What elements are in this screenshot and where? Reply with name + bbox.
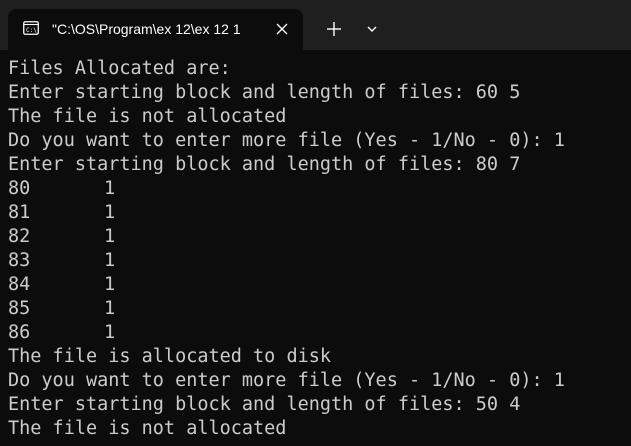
terminal-line: Enter starting block and length of files…: [8, 394, 521, 415]
block-number: 81: [8, 202, 31, 223]
terminal-line: Do you want to enter more file (Yes - 1/…: [8, 370, 565, 391]
terminal-line: 83 1: [8, 249, 631, 273]
svg-text:C:\: C:\: [26, 27, 37, 34]
block-status: 1: [104, 298, 116, 319]
block-status: 1: [104, 322, 116, 343]
terminal-line: Files Allocated are:: [8, 58, 231, 79]
title-bar: C:\ "C:\OS\Program\ex 12\ex 12 1: [0, 0, 631, 50]
terminal-icon: C:\: [23, 21, 39, 35]
plus-icon[interactable]: [322, 17, 346, 41]
block-status: 1: [104, 274, 116, 295]
block-status: 1: [104, 250, 116, 271]
terminal-line: 81 1: [8, 201, 631, 225]
terminal-line: 84 1: [8, 273, 631, 297]
terminal-line: Enter starting block and length of files…: [8, 82, 521, 103]
terminal-line: The file is not allocated: [8, 418, 287, 439]
terminal-line: Enter starting block and length of files…: [8, 154, 521, 175]
block-number: 80: [8, 178, 31, 199]
block-number: 86: [8, 322, 31, 343]
block-status: 1: [104, 178, 116, 199]
terminal-tab[interactable]: C:\ "C:\OS\Program\ex 12\ex 12 1: [8, 9, 303, 50]
terminal-line: 82 1: [8, 225, 631, 249]
block-number: 85: [8, 298, 31, 319]
terminal-output[interactable]: Files Allocated are: Enter starting block…: [0, 50, 631, 446]
terminal-window: C:\ "C:\OS\Program\ex 12\ex 12 1 Files A…: [0, 0, 631, 446]
block-status: 1: [104, 202, 116, 223]
close-icon[interactable]: [274, 21, 290, 37]
terminal-line: The file is allocated to disk: [8, 346, 332, 367]
terminal-line: The file is not allocated: [8, 106, 287, 127]
block-status: 1: [104, 226, 116, 247]
terminal-line: 86 1: [8, 321, 631, 345]
terminal-line: 80 1: [8, 177, 631, 201]
chevron-down-icon[interactable]: [360, 17, 384, 41]
terminal-line: 85 1: [8, 297, 631, 321]
block-number: 84: [8, 274, 31, 295]
tab-title: "C:\OS\Program\ex 12\ex 12 1: [52, 21, 241, 37]
block-number: 82: [8, 226, 31, 247]
terminal-line: Do you want to enter more file (Yes - 1/…: [8, 130, 565, 151]
block-number: 83: [8, 250, 31, 271]
